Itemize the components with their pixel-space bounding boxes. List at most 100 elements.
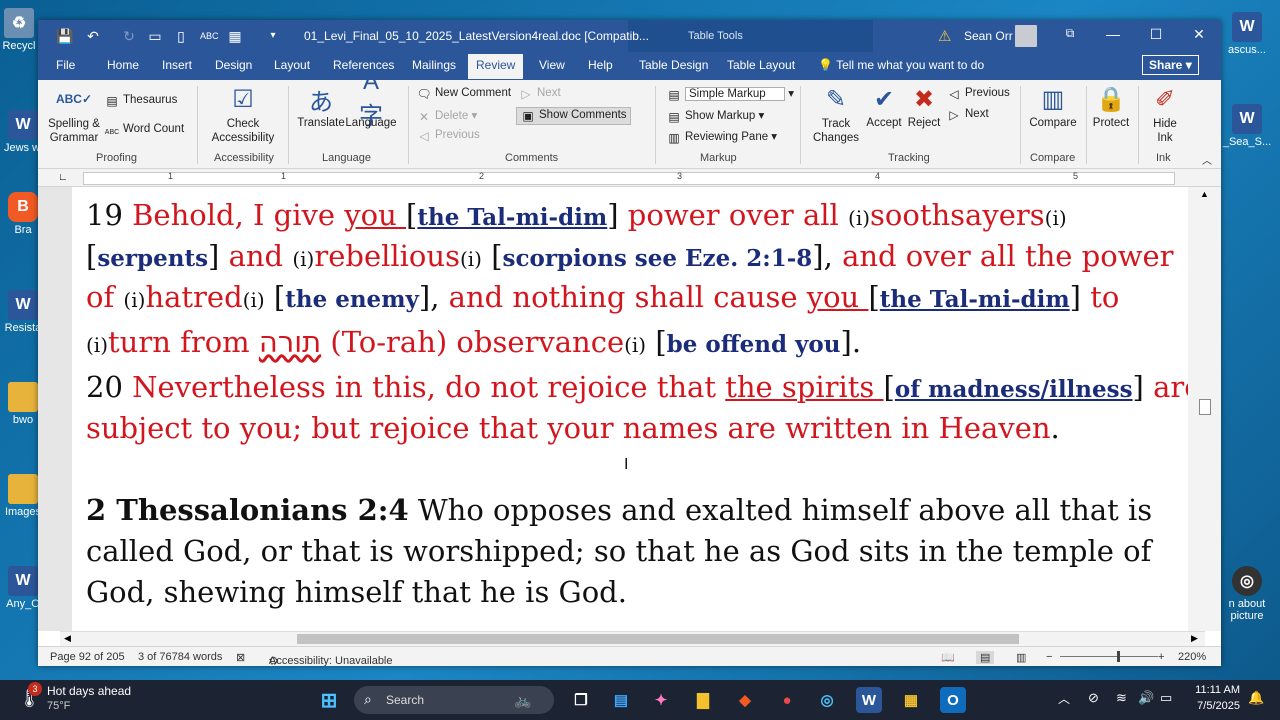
- word-taskbar-icon[interactable]: W: [856, 687, 882, 713]
- reject-button[interactable]: ✖ Reject: [904, 84, 944, 130]
- warning-icon[interactable]: ⚠: [938, 27, 951, 45]
- word-count[interactable]: 3 of 76784 words: [138, 651, 222, 663]
- next-change-button[interactable]: ▷ Next: [946, 108, 988, 122]
- zoom-level[interactable]: 220%: [1178, 651, 1206, 663]
- avatar[interactable]: [1015, 25, 1037, 47]
- outlook-icon[interactable]: O: [940, 687, 966, 713]
- print-layout-icon[interactable]: ▤: [976, 651, 995, 664]
- tab-table-design[interactable]: Table Design: [639, 58, 708, 72]
- tab-insert[interactable]: Insert: [162, 58, 192, 72]
- save-icon[interactable]: 💾: [56, 27, 74, 45]
- scroll-up-icon[interactable]: ▲: [1200, 189, 1209, 199]
- ribbon-display-icon[interactable]: ⧉: [1060, 26, 1080, 41]
- notepad-icon[interactable]: ▤: [608, 687, 634, 713]
- tab-mailings[interactable]: Mailings: [412, 58, 456, 72]
- desktop-icon-bwo[interactable]: ▇ bwo: [4, 382, 42, 426]
- redo-icon[interactable]: ↻: [120, 27, 138, 45]
- show-comments-button[interactable]: ▣ Show Comments: [516, 107, 631, 125]
- desktop-icon-ascus[interactable]: W ascus...: [1222, 12, 1272, 56]
- previous-change-button[interactable]: ◁ Previous: [946, 87, 1009, 101]
- wifi-icon[interactable]: ≋: [1116, 690, 1127, 706]
- desktop-icon-resista[interactable]: W Resista: [4, 290, 42, 334]
- desktop-icon-about-picture[interactable]: ◎ n about picture: [1222, 566, 1272, 622]
- web-layout-icon[interactable]: ▥: [1016, 651, 1026, 664]
- desktop-icon-jews-doc[interactable]: W Jews w belie: [4, 110, 42, 154]
- spelling-grammar-button[interactable]: ABC✓ Spelling & Grammar: [44, 84, 104, 145]
- user-name[interactable]: Sean Orr: [964, 29, 1013, 43]
- battery-icon[interactable]: ▭: [1160, 690, 1172, 706]
- protect-button[interactable]: 🔒 Protect: [1090, 84, 1132, 130]
- tab-review[interactable]: Review: [468, 54, 524, 79]
- tab-help[interactable]: Help: [588, 58, 613, 72]
- copilot-icon[interactable]: ✦: [648, 687, 674, 713]
- app-icon[interactable]: ▦: [898, 687, 924, 713]
- scroll-right-icon[interactable]: ▶: [1191, 633, 1198, 644]
- tab-table-layout[interactable]: Table Layout: [727, 58, 795, 72]
- scroll-left-icon[interactable]: ◀: [64, 633, 71, 644]
- track-changes-button[interactable]: ✎ Track Changes: [810, 84, 862, 145]
- zoom-slider-thumb[interactable]: [1117, 651, 1120, 662]
- zoom-out-icon[interactable]: −: [1046, 651, 1052, 663]
- edge-icon[interactable]: ◎: [814, 687, 840, 713]
- page-count[interactable]: Page 92 of 205: [50, 651, 125, 663]
- horizontal-scroll-thumb[interactable]: [297, 634, 1019, 644]
- tab-layout[interactable]: Layout: [274, 58, 310, 72]
- previous-comment-button[interactable]: ◁ Previous: [416, 129, 479, 143]
- desktop-icon-any[interactable]: W Any_O: [4, 566, 42, 610]
- desktop-icon-brave[interactable]: B Bra: [4, 192, 42, 236]
- customize-qat-icon[interactable]: ▾: [264, 27, 282, 45]
- language-button[interactable]: A字 Language: [344, 68, 398, 130]
- markup-mode-select[interactable]: ▤ Simple Markup ▾: [666, 86, 794, 102]
- translate-button[interactable]: あ Translate: [296, 84, 346, 130]
- thesaurus-button[interactable]: ▤ Thesaurus: [104, 94, 177, 108]
- tab-view[interactable]: View: [539, 58, 565, 72]
- show-markup-button[interactable]: ▤ Show Markup ▾: [666, 108, 764, 124]
- tab-selector-icon[interactable]: ∟: [58, 172, 68, 183]
- volume-icon[interactable]: 🔊: [1138, 690, 1154, 706]
- recorder-icon[interactable]: ●: [774, 687, 800, 713]
- proofing-status-icon[interactable]: ⊠: [236, 651, 245, 664]
- clock-time[interactable]: 11:11 AM: [1190, 684, 1240, 696]
- tab-home[interactable]: Home: [107, 58, 139, 72]
- zoom-in-icon[interactable]: +: [1158, 651, 1164, 663]
- word-count-button[interactable]: ABC Word Count: [104, 123, 184, 143]
- reviewing-pane-button[interactable]: ▥ Reviewing Pane ▾: [666, 129, 777, 145]
- table-icon[interactable]: ▦: [226, 27, 244, 45]
- tell-me-search[interactable]: 💡 Tell me what you want to do: [818, 58, 984, 72]
- new-comment-button[interactable]: 🗨 New Comment: [416, 87, 511, 101]
- vertical-scroll-thumb[interactable]: [1199, 399, 1211, 415]
- delete-comment-button[interactable]: ✕ Delete ▾: [416, 108, 477, 124]
- task-view-icon[interactable]: ❐: [568, 687, 594, 713]
- undo-icon[interactable]: ↶: [84, 27, 102, 45]
- maximize-icon[interactable]: ☐: [1146, 26, 1166, 43]
- check-accessibility-button[interactable]: ☑ Check Accessibility: [204, 84, 282, 145]
- tab-file[interactable]: File: [56, 58, 75, 72]
- desktop-icon-images[interactable]: ▇ Images: [4, 474, 42, 518]
- spelling-qat-icon[interactable]: ABC: [200, 27, 219, 45]
- notifications-icon[interactable]: 🔔: [1248, 690, 1264, 706]
- brave-icon[interactable]: ◆: [732, 687, 758, 713]
- compare-button[interactable]: ▥ Compare: [1026, 84, 1080, 130]
- accept-button[interactable]: ✔ Accept: [864, 84, 904, 130]
- document-page[interactable]: 19 Behold, I give you [the Tal-mi-dim] p…: [72, 187, 1188, 631]
- read-mode-icon[interactable]: 📖: [941, 651, 955, 664]
- tab-design[interactable]: Design: [215, 58, 252, 72]
- network-off-icon[interactable]: ⊘: [1088, 690, 1099, 706]
- share-button[interactable]: Share ▾: [1142, 55, 1199, 75]
- taskbar-search[interactable]: ⌕ Search 🚲: [354, 686, 554, 714]
- zoom-slider[interactable]: [1060, 656, 1158, 657]
- file-explorer-icon[interactable]: ▇: [690, 687, 716, 713]
- collapse-ribbon-icon[interactable]: ︿: [1202, 152, 1212, 167]
- weather-title[interactable]: Hot days ahead: [47, 684, 131, 698]
- vertical-scrollbar[interactable]: ▲: [1188, 187, 1221, 631]
- next-comment-button[interactable]: ▷ Next: [518, 87, 560, 101]
- new-doc-icon[interactable]: ▯: [172, 27, 190, 45]
- horizontal-scrollbar[interactable]: ◀ ▶: [60, 631, 1205, 646]
- start-button[interactable]: ⊞: [316, 687, 342, 713]
- hide-ink-button[interactable]: ✐ Hide Ink: [1144, 84, 1186, 145]
- clock-date[interactable]: 7/5/2025: [1190, 700, 1240, 712]
- desktop-icon-recycle-bin[interactable]: ♻ Recycl: [0, 8, 38, 52]
- close-icon[interactable]: ✕: [1189, 26, 1209, 43]
- chevron-up-icon[interactable]: ︿: [1058, 690, 1070, 707]
- desktop-icon-sea[interactable]: W _Sea_S...: [1222, 104, 1272, 148]
